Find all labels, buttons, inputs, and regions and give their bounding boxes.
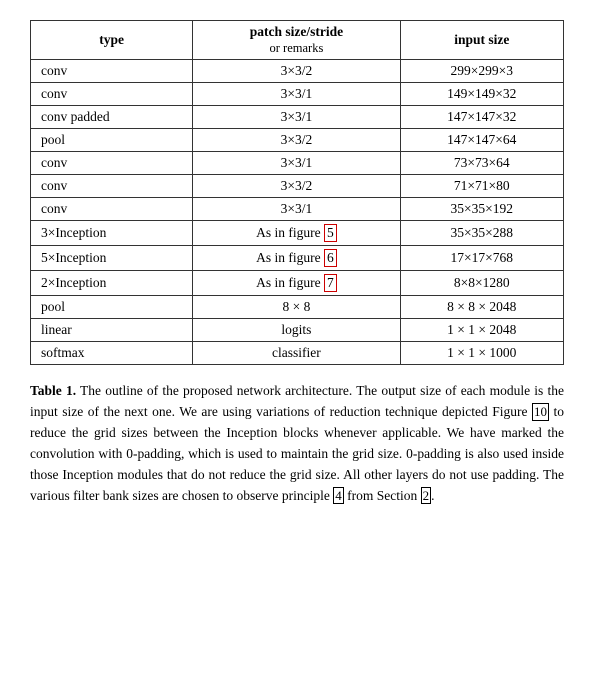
caption-ref2: 4 (333, 487, 344, 505)
caption-label: Table 1. (30, 383, 76, 398)
cell-input: 71×71×80 (400, 175, 563, 198)
cell-patch: 3×3/1 (193, 198, 400, 221)
cell-patch: 3×3/1 (193, 83, 400, 106)
cell-type: 2×Inception (31, 271, 193, 296)
caption-text1: The outline of the proposed network arch… (30, 383, 564, 419)
cell-patch: logits (193, 319, 400, 342)
architecture-table: type patch size/stride or remarks input … (30, 20, 564, 365)
cell-type: conv (31, 83, 193, 106)
figure-ref-highlight: 7 (324, 274, 337, 292)
cell-patch: As in figure 7 (193, 271, 400, 296)
cell-type: conv padded (31, 106, 193, 129)
table-row: 2×InceptionAs in figure 78×8×1280 (31, 271, 564, 296)
table-row: softmaxclassifier1 × 1 × 1000 (31, 342, 564, 365)
cell-patch: 8 × 8 (193, 296, 400, 319)
cell-type: conv (31, 175, 193, 198)
table: type patch size/stride or remarks input … (30, 20, 564, 365)
cell-input: 1 × 1 × 2048 (400, 319, 563, 342)
cell-patch: 3×3/1 (193, 106, 400, 129)
figure-ref-highlight: 5 (324, 224, 337, 242)
col-input-header: input size (400, 21, 563, 60)
cell-input: 17×17×768 (400, 246, 563, 271)
table-row: 5×InceptionAs in figure 617×17×768 (31, 246, 564, 271)
col-patch-header: patch size/stride or remarks (193, 21, 400, 60)
cell-input: 35×35×192 (400, 198, 563, 221)
cell-input: 1 × 1 × 1000 (400, 342, 563, 365)
table-row: conv3×3/271×71×80 (31, 175, 564, 198)
table-row: pool3×3/2147×147×64 (31, 129, 564, 152)
table-row: conv3×3/1149×149×32 (31, 83, 564, 106)
cell-input: 73×73×64 (400, 152, 563, 175)
cell-input: 299×299×3 (400, 60, 563, 83)
cell-type: 3×Inception (31, 221, 193, 246)
cell-input: 147×147×32 (400, 106, 563, 129)
table-row: conv padded3×3/1147×147×32 (31, 106, 564, 129)
cell-patch: 3×3/2 (193, 175, 400, 198)
table-caption: Table 1. The outline of the proposed net… (30, 381, 564, 507)
cell-patch: As in figure 5 (193, 221, 400, 246)
table-row: conv3×3/2299×299×3 (31, 60, 564, 83)
col-type-header: type (31, 21, 193, 60)
cell-type: linear (31, 319, 193, 342)
cell-type: conv (31, 198, 193, 221)
caption-ref1: 10 (532, 403, 549, 421)
cell-patch: 3×3/2 (193, 129, 400, 152)
table-row: conv3×3/173×73×64 (31, 152, 564, 175)
cell-input: 8 × 8 × 2048 (400, 296, 563, 319)
cell-type: softmax (31, 342, 193, 365)
table-row: conv3×3/135×35×192 (31, 198, 564, 221)
cell-input: 8×8×1280 (400, 271, 563, 296)
cell-input: 147×147×64 (400, 129, 563, 152)
table-row: linearlogits1 × 1 × 2048 (31, 319, 564, 342)
cell-input: 35×35×288 (400, 221, 563, 246)
cell-patch: 3×3/2 (193, 60, 400, 83)
cell-input: 149×149×32 (400, 83, 563, 106)
table-row: pool8 × 88 × 8 × 2048 (31, 296, 564, 319)
figure-ref-highlight: 6 (324, 249, 337, 267)
cell-type: 5×Inception (31, 246, 193, 271)
cell-type: conv (31, 152, 193, 175)
col-patch-main: patch size/stride (250, 24, 343, 39)
cell-patch: 3×3/1 (193, 152, 400, 175)
cell-type: pool (31, 296, 193, 319)
caption-ref3: 2 (421, 487, 432, 505)
cell-type: pool (31, 129, 193, 152)
cell-patch: classifier (193, 342, 400, 365)
col-patch-sub: or remarks (270, 41, 324, 55)
caption-text3: from Section (344, 488, 421, 503)
table-row: 3×InceptionAs in figure 535×35×288 (31, 221, 564, 246)
cell-type: conv (31, 60, 193, 83)
caption-text4: . (431, 488, 434, 503)
cell-patch: As in figure 6 (193, 246, 400, 271)
